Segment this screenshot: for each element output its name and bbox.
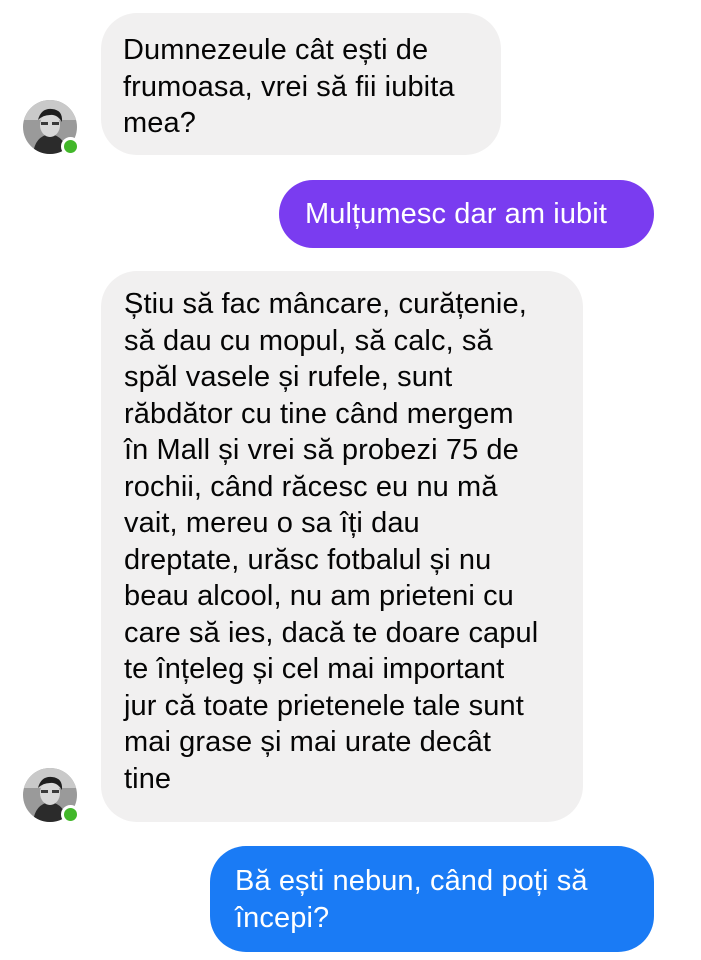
- incoming-message-bubble[interactable]: Dumnezeule cât ești de frumoasa, vrei să…: [101, 13, 501, 155]
- outgoing-message-bubble[interactable]: Mulțumesc dar am iubit: [279, 180, 654, 248]
- outgoing-message-bubble[interactable]: Bă ești nebun, când poți să începi?: [210, 846, 654, 952]
- sender-avatar[interactable]: [23, 100, 80, 156]
- incoming-message-bubble[interactable]: Știu să fac mâncare, curățenie, să dau c…: [101, 271, 583, 822]
- online-status-indicator: [61, 805, 80, 824]
- online-status-indicator: [61, 137, 80, 156]
- sender-avatar[interactable]: [23, 768, 80, 824]
